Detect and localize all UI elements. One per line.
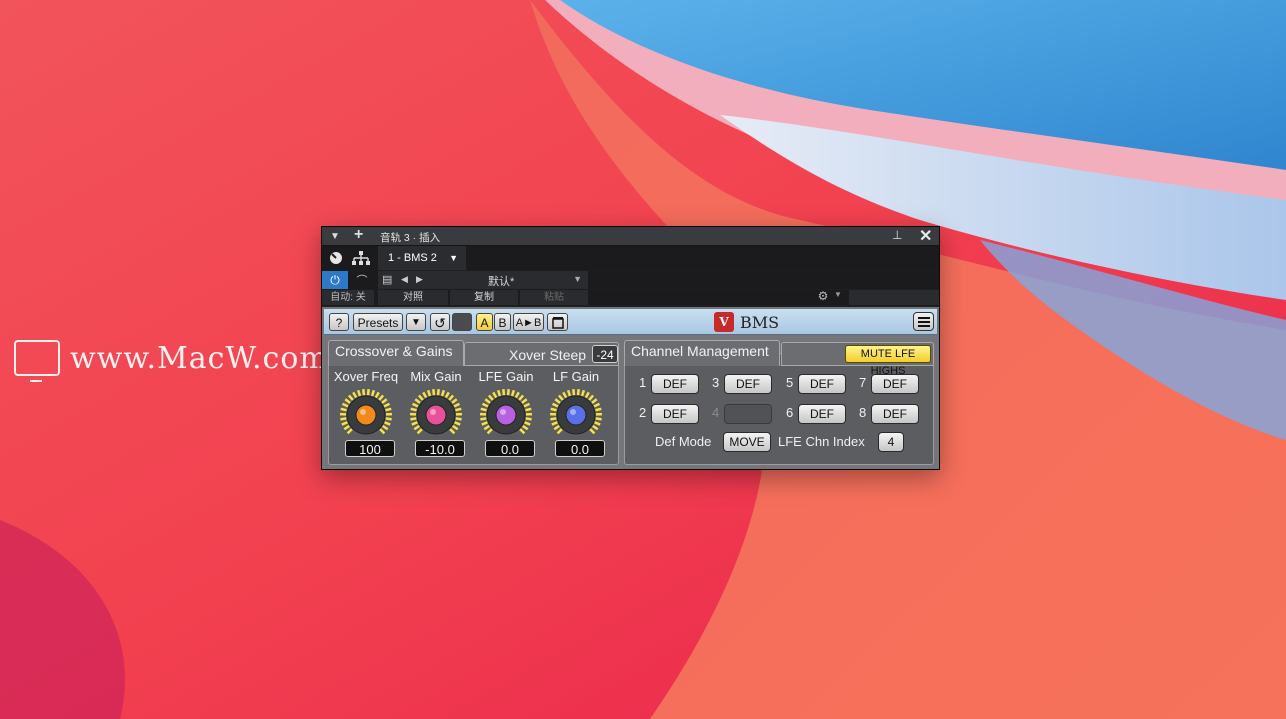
help-button[interactable]: ?	[329, 313, 349, 331]
chevron-down-icon: ▼	[449, 253, 458, 263]
channel-tab-strip: MUTE LFE HIGHS	[781, 342, 934, 377]
channel-def-button[interactable]: DEF	[871, 404, 919, 424]
collapse-arrow-icon[interactable]: ▼	[330, 231, 340, 242]
knob-value[interactable]: 0.0	[555, 440, 605, 457]
chevron-down-icon: ▼	[573, 274, 582, 284]
previous-preset-icon[interactable]: ◀	[401, 274, 408, 285]
knob-dial[interactable]	[338, 387, 394, 443]
channel-def-button[interactable]: DEF	[651, 404, 699, 424]
xover-steep-label: Xover Steep	[509, 347, 587, 363]
knob-value[interactable]: 100	[345, 440, 395, 457]
pin-icon[interactable]: ⊥	[892, 228, 902, 242]
channel-number: 8	[859, 405, 867, 420]
knob-dial[interactable]	[548, 387, 604, 443]
channel-number: 6	[786, 405, 794, 420]
next-preset-icon[interactable]: ▶	[416, 274, 423, 285]
knob-label: Xover Freq	[333, 369, 399, 384]
bypass-arc-icon[interactable]: ⌒	[349, 271, 375, 289]
channel-number: 1	[639, 375, 647, 390]
lfe-index-label: LFE Chn Index	[778, 434, 865, 449]
knob-label: LF Gain	[552, 369, 600, 384]
undo-icon[interactable]: ↺	[430, 313, 450, 331]
a-state-button[interactable]: A	[476, 313, 493, 331]
channel-number: 5	[786, 375, 794, 390]
channel-tab[interactable]: Channel Management	[624, 340, 780, 366]
close-icon[interactable]: ✕	[919, 226, 932, 246]
logo-text: BMS	[740, 312, 780, 332]
channel-def-button[interactable]: DEF	[724, 374, 772, 394]
plugin-slot-label: 1 - BMS 2	[388, 252, 437, 264]
channel-number: 2	[639, 405, 647, 420]
channel-number: 4	[712, 405, 720, 420]
plugin-toolbar: ? Presets ▼ ↺ A B A►B V BMS	[324, 309, 937, 335]
paste-button[interactable]: 粘贴	[520, 290, 588, 305]
chevron-down-icon[interactable]: ▼	[834, 290, 842, 299]
channel-def-button[interactable]: DEF	[871, 374, 919, 394]
plugin-slot-selector[interactable]: 1 - BMS 2 ▼	[378, 246, 466, 270]
knob-dial[interactable]	[478, 387, 534, 443]
xover-steep-area: Xover Steep -24	[464, 342, 619, 366]
watermark-logo-icon	[14, 340, 60, 382]
presets-button[interactable]: Presets	[353, 313, 403, 331]
crossover-tab[interactable]: Crossover & Gains	[328, 340, 464, 366]
toolbar-spacer	[849, 290, 939, 305]
channel-number: 3	[712, 375, 720, 390]
redo-button[interactable]	[452, 313, 472, 331]
def-mode-label: Def Mode	[655, 434, 712, 449]
knob-dial[interactable]	[408, 387, 464, 443]
watermark-text: www.MacW.com	[70, 340, 329, 376]
hamburger-menu-icon[interactable]	[913, 312, 934, 331]
knob-label: LFE Gain	[478, 369, 534, 384]
channel-def-button[interactable]: DEF	[798, 374, 846, 394]
watermark: www.MacW.com	[14, 340, 329, 382]
plugin-window: ▼ + 音轨 3 · 插入 ⊥ ✕ 1 - BMS 2 ▼ ⏻ ⌒ ▤ ◀ ▶ …	[321, 226, 940, 470]
presets-dropdown-button[interactable]: ▼	[406, 313, 426, 331]
channel-number: 7	[859, 375, 867, 390]
preset-name: 默认*	[488, 276, 515, 288]
compare-button[interactable]: 对照	[378, 290, 448, 305]
copy-button[interactable]: 复制	[450, 290, 518, 305]
knob-value[interactable]: 0.0	[485, 440, 535, 457]
routing-icon[interactable]	[349, 246, 373, 270]
logo-mark-icon: V	[714, 312, 734, 332]
plugin-body: ? Presets ▼ ↺ A B A►B V BMS Crossover & …	[322, 307, 939, 469]
automation-toggle[interactable]: 自动: 关	[322, 290, 374, 305]
bms-logo: V BMS	[714, 312, 779, 332]
window-titlebar: ▼ + 音轨 3 · 插入 ⊥ ✕	[322, 226, 939, 246]
channel-def-button[interactable]: DEF	[651, 374, 699, 394]
device-menu-icon[interactable]	[324, 246, 348, 270]
mute-lfe-highs-button[interactable]: MUTE LFE HIGHS	[845, 345, 931, 377]
gear-icon[interactable]: ⚙	[812, 289, 834, 305]
channel-def-button[interactable]: DEF	[798, 404, 846, 424]
copy-a-to-b-button[interactable]: A►B	[513, 313, 544, 331]
power-button[interactable]: ⏻	[322, 271, 348, 289]
channel-def-button[interactable]	[724, 404, 772, 424]
lfe-index-value[interactable]: 4	[878, 432, 904, 452]
preset-selector[interactable]: ▤ ◀ ▶ 默认* ▼	[378, 271, 588, 289]
knob-value[interactable]: -10.0	[415, 440, 465, 457]
knob-label: Mix Gain	[410, 369, 462, 384]
window-title: 音轨 3 · 插入	[380, 232, 441, 244]
def-mode-button[interactable]: MOVE	[723, 432, 771, 452]
add-icon[interactable]: +	[354, 226, 363, 244]
b-state-button[interactable]: B	[494, 313, 511, 331]
document-icon[interactable]: ▤	[382, 273, 392, 286]
bypass-compare-button[interactable]	[547, 313, 568, 331]
xover-steep-value[interactable]: -24	[592, 345, 618, 363]
compare-icon	[551, 317, 564, 329]
